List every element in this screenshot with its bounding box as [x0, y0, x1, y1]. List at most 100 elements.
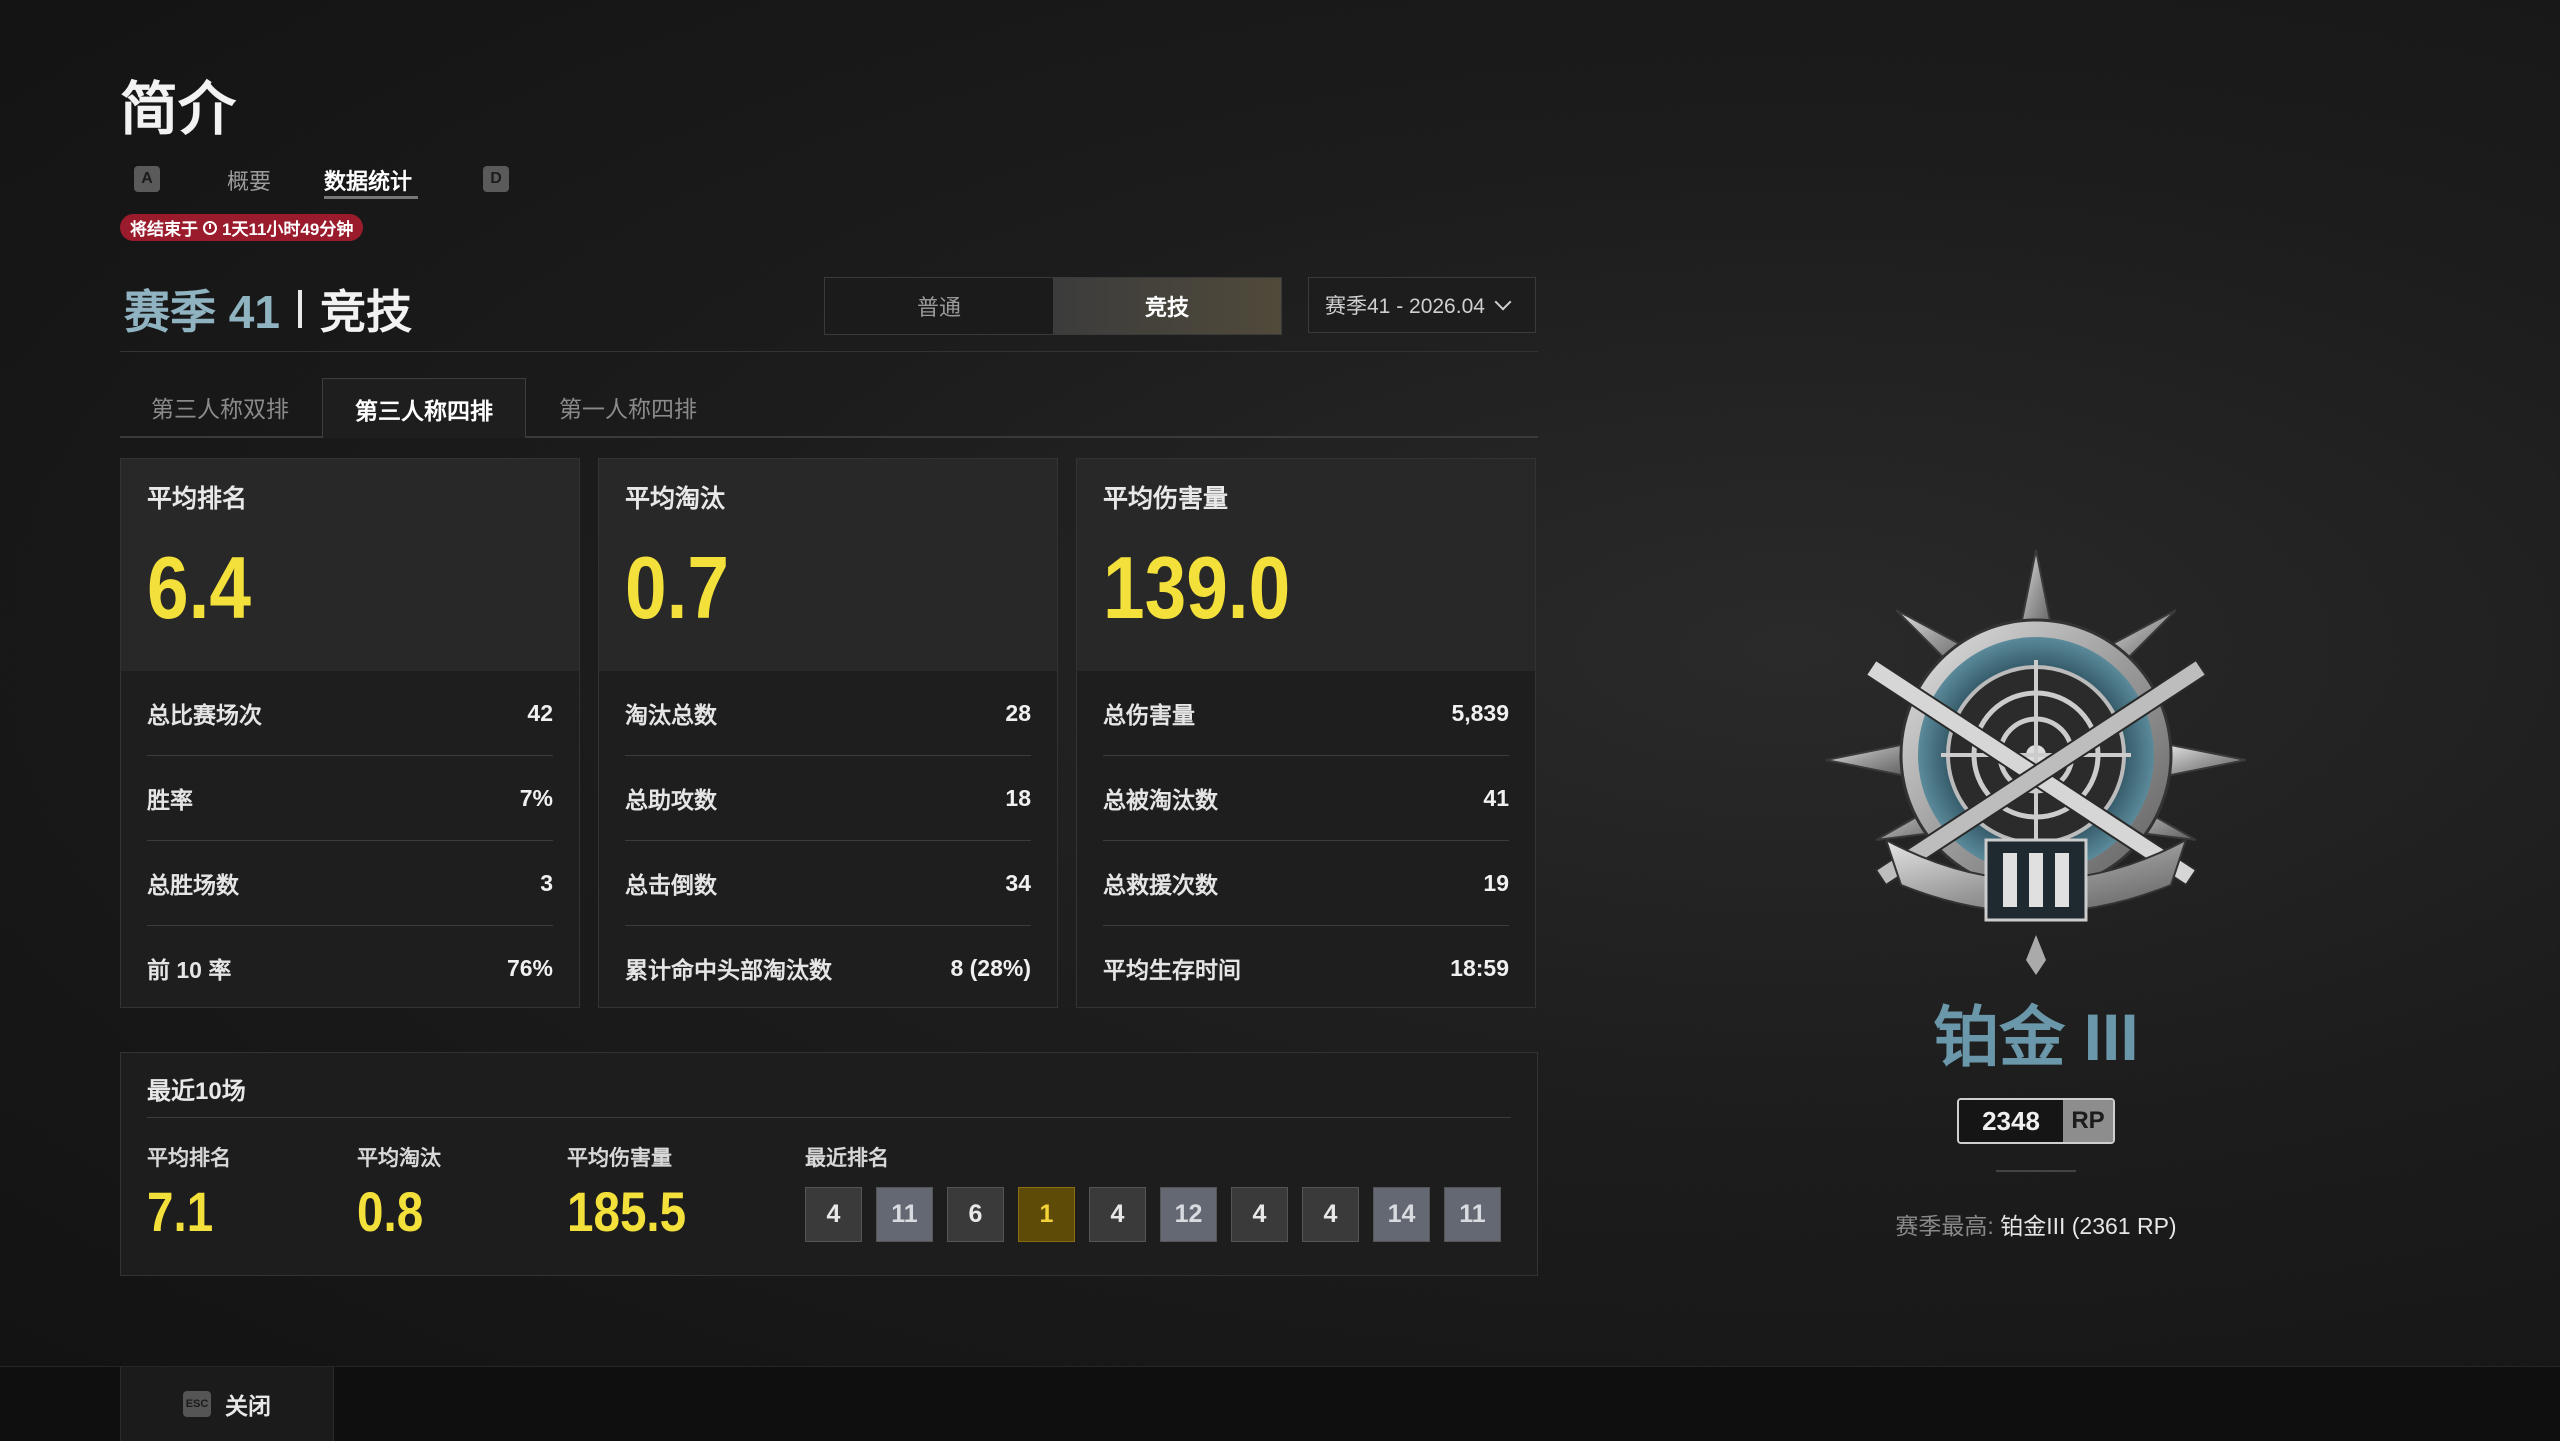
- stat-value: 34: [1005, 869, 1031, 896]
- stat-row: 总伤害量 5,839: [1103, 671, 1509, 756]
- stat-row: 总被淘汰数 41: [1103, 756, 1509, 841]
- stat-label: 平均生存时间: [1103, 957, 1241, 983]
- stat-label: 总胜场数: [147, 872, 239, 898]
- season-best: 赛季最高: 铂金III (2361 RP): [1816, 1207, 2256, 1241]
- stat-value: 5,839: [1451, 699, 1509, 726]
- mode-normal-button[interactable]: 普通: [825, 278, 1053, 334]
- tab-tpp-squad[interactable]: 第三人称四排: [322, 378, 526, 438]
- recent-title: 最近10场: [147, 1078, 246, 1105]
- season-title-separator: [297, 290, 302, 328]
- rank-points-unit: RP: [2063, 1100, 2113, 1142]
- divider: [147, 1117, 1511, 1118]
- next-tab-key-icon[interactable]: D: [483, 166, 509, 192]
- recent-avg-kills-value: 0.8: [357, 1180, 424, 1243]
- stat-value: 7%: [519, 784, 553, 811]
- stat-value: 18:59: [1450, 954, 1509, 981]
- page-title: 简介: [120, 77, 237, 142]
- stat-row: 胜率 7%: [147, 756, 553, 841]
- stat-card-avg-kills: 平均淘汰 0.7 淘汰总数 28 总助攻数 18 总击倒数 34 累计命中头部淘汰数 8…: [598, 458, 1058, 1008]
- season-select[interactable]: 赛季41 - 2026.04: [1308, 277, 1536, 333]
- stat-value: 18: [1005, 784, 1031, 811]
- rank-box: 4: [1089, 1187, 1146, 1242]
- clock-icon: [203, 220, 217, 235]
- rank-points-value: 2348: [1959, 1100, 2063, 1142]
- close-label: 关闭: [225, 1393, 271, 1419]
- stat-row: 总助攻数 18: [625, 756, 1031, 841]
- rank-box: 12: [1160, 1187, 1217, 1242]
- stat-value: 41: [1483, 784, 1509, 811]
- stat-value: 8 (28%): [950, 954, 1031, 981]
- stat-value: 28: [1005, 699, 1031, 726]
- stat-label: 胜率: [147, 787, 193, 813]
- tab-overview[interactable]: 概要: [227, 164, 271, 196]
- rank-box: 4: [805, 1187, 862, 1242]
- season-select-value: 赛季41 - 2026.04: [1325, 295, 1485, 318]
- recent-avg-rank-label: 平均排名: [147, 1147, 231, 1170]
- tab-statistics[interactable]: 数据统计: [324, 164, 412, 196]
- stat-label: 总比赛场次: [147, 702, 262, 728]
- recent-matches-panel: 最近10场 平均排名 7.1 平均淘汰 0.8 平均伤害量 185.5 最近排名…: [120, 1052, 1538, 1276]
- stat-label: 总被淘汰数: [1103, 787, 1218, 813]
- stat-value: 42: [527, 699, 553, 726]
- tab-tpp-duo[interactable]: 第三人称双排: [120, 378, 320, 436]
- active-tab-underline: [324, 196, 418, 199]
- divider: [120, 351, 1538, 352]
- season-name: 赛季 41: [124, 286, 280, 338]
- stat-value: 76%: [506, 954, 553, 981]
- prev-tab-key-icon[interactable]: A: [134, 166, 160, 192]
- stat-card-avg-rank: 平均排名 6.4 总比赛场次 42 胜率 7% 总胜场数 3 前 10 率 76%: [120, 458, 580, 1008]
- rank-box-win: 1: [1018, 1187, 1075, 1242]
- rank-box: 6: [947, 1187, 1004, 1242]
- rank-points-badge: 2348 RP: [1957, 1098, 2115, 1144]
- timer-remaining: 1天11小时49分钟: [222, 220, 354, 239]
- stat-label: 总救援次数: [1103, 872, 1218, 898]
- recent-ranks-list: 4 11 6 1 4 12 4 4 14 11: [805, 1187, 1501, 1242]
- squad-mode-tabs: 第三人称双排 第三人称四排 第一人称四排: [120, 378, 1538, 438]
- rank-tier-name: 铂金 III: [1933, 1000, 2139, 1074]
- stat-label: 总击倒数: [625, 872, 717, 898]
- bottom-bar: ESC 关闭: [0, 1366, 2560, 1441]
- stat-label: 累计命中头部淘汰数: [625, 957, 832, 983]
- card-label: 平均淘汰: [625, 485, 726, 513]
- stat-value: 3: [540, 869, 553, 896]
- recent-avg-rank-value: 7.1: [147, 1180, 214, 1243]
- mode-ranked-button[interactable]: 竞技: [1053, 278, 1281, 334]
- recent-avg-kills-label: 平均淘汰: [357, 1147, 441, 1170]
- recent-ranks-label: 最近排名: [805, 1147, 889, 1170]
- divider: [1996, 1170, 2076, 1172]
- platinum-rank-emblem-icon: [1825, 549, 2247, 975]
- stat-row: 前 10 率 76%: [147, 926, 553, 1010]
- stat-label: 总伤害量: [1103, 702, 1195, 728]
- card-value: 6.4: [147, 538, 251, 637]
- stat-row: 总击倒数 34: [625, 841, 1031, 926]
- season-mode: 竞技: [319, 286, 412, 338]
- stat-row: 总救援次数 19: [1103, 841, 1509, 926]
- timer-prefix: 将结束于: [130, 220, 198, 239]
- card-label: 平均伤害量: [1103, 485, 1229, 513]
- rank-box: 4: [1231, 1187, 1288, 1242]
- tab-fpp-squad[interactable]: 第一人称四排: [526, 378, 730, 436]
- stat-card-avg-damage: 平均伤害量 139.0 总伤害量 5,839 总被淘汰数 41 总救援次数 19 平均…: [1076, 458, 1536, 1008]
- esc-key-icon: ESC: [183, 1391, 211, 1417]
- recent-avg-damage-value: 185.5: [567, 1180, 687, 1243]
- close-button[interactable]: ESC 关闭: [120, 1367, 334, 1441]
- season-best-value: 铂金III (2361 RP): [2000, 1213, 2177, 1239]
- stat-label: 淘汰总数: [625, 702, 717, 728]
- card-label: 平均排名: [147, 485, 248, 513]
- stat-row: 平均生存时间 18:59: [1103, 926, 1509, 1010]
- rank-box: 14: [1373, 1187, 1430, 1242]
- recent-avg-damage-label: 平均伤害量: [567, 1147, 672, 1170]
- season-end-timer-badge: 将结束于 1天11小时49分钟: [120, 214, 364, 241]
- card-value: 139.0: [1103, 538, 1291, 637]
- rank-box: 11: [876, 1187, 933, 1242]
- stat-row: 淘汰总数 28: [625, 671, 1031, 756]
- rank-box: 11: [1444, 1187, 1501, 1242]
- stat-row: 总比赛场次 42: [147, 671, 553, 756]
- chevron-down-icon: [1494, 293, 1512, 311]
- stat-row: 总胜场数 3: [147, 841, 553, 926]
- season-title: 赛季 41 竞技: [124, 276, 412, 342]
- stat-label: 总助攻数: [625, 787, 717, 813]
- stat-label: 前 10 率: [147, 957, 232, 983]
- card-value: 0.7: [625, 538, 729, 637]
- season-best-label: 赛季最高:: [1895, 1213, 2001, 1239]
